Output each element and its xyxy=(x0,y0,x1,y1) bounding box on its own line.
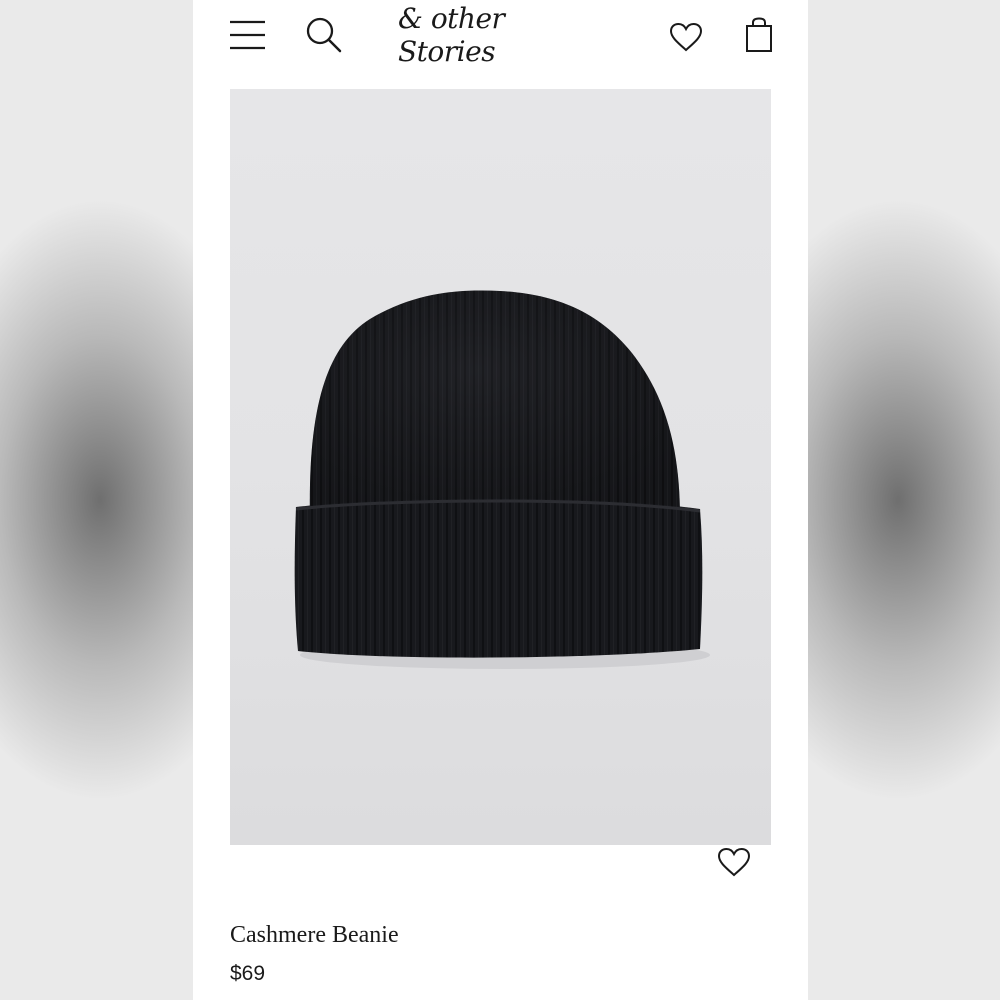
shopping-bag-button[interactable] xyxy=(738,14,780,56)
beanie-illustration xyxy=(294,290,710,669)
brand-logo[interactable]: & other Stories xyxy=(398,2,603,68)
search-icon xyxy=(306,17,342,53)
hamburger-menu-icon xyxy=(230,20,265,50)
product-price: $69 xyxy=(230,962,266,985)
heart-icon xyxy=(717,847,751,877)
product-image[interactable] xyxy=(230,89,771,845)
shopping-bag-icon xyxy=(746,17,772,52)
menu-button[interactable] xyxy=(227,14,269,56)
wishlist-button[interactable] xyxy=(665,16,707,58)
blurred-backdrop-right xyxy=(808,0,1000,1000)
heart-icon xyxy=(669,22,703,52)
product-wishlist-button[interactable] xyxy=(714,844,754,880)
product-name-link[interactable]: Cashmere Beanie xyxy=(230,922,399,949)
search-button[interactable] xyxy=(303,14,345,56)
mobile-page: & other Stories Cashmere Beanie $69 xyxy=(193,0,808,1000)
site-header: & other Stories xyxy=(193,0,808,72)
blurred-backdrop-left xyxy=(0,0,193,1000)
